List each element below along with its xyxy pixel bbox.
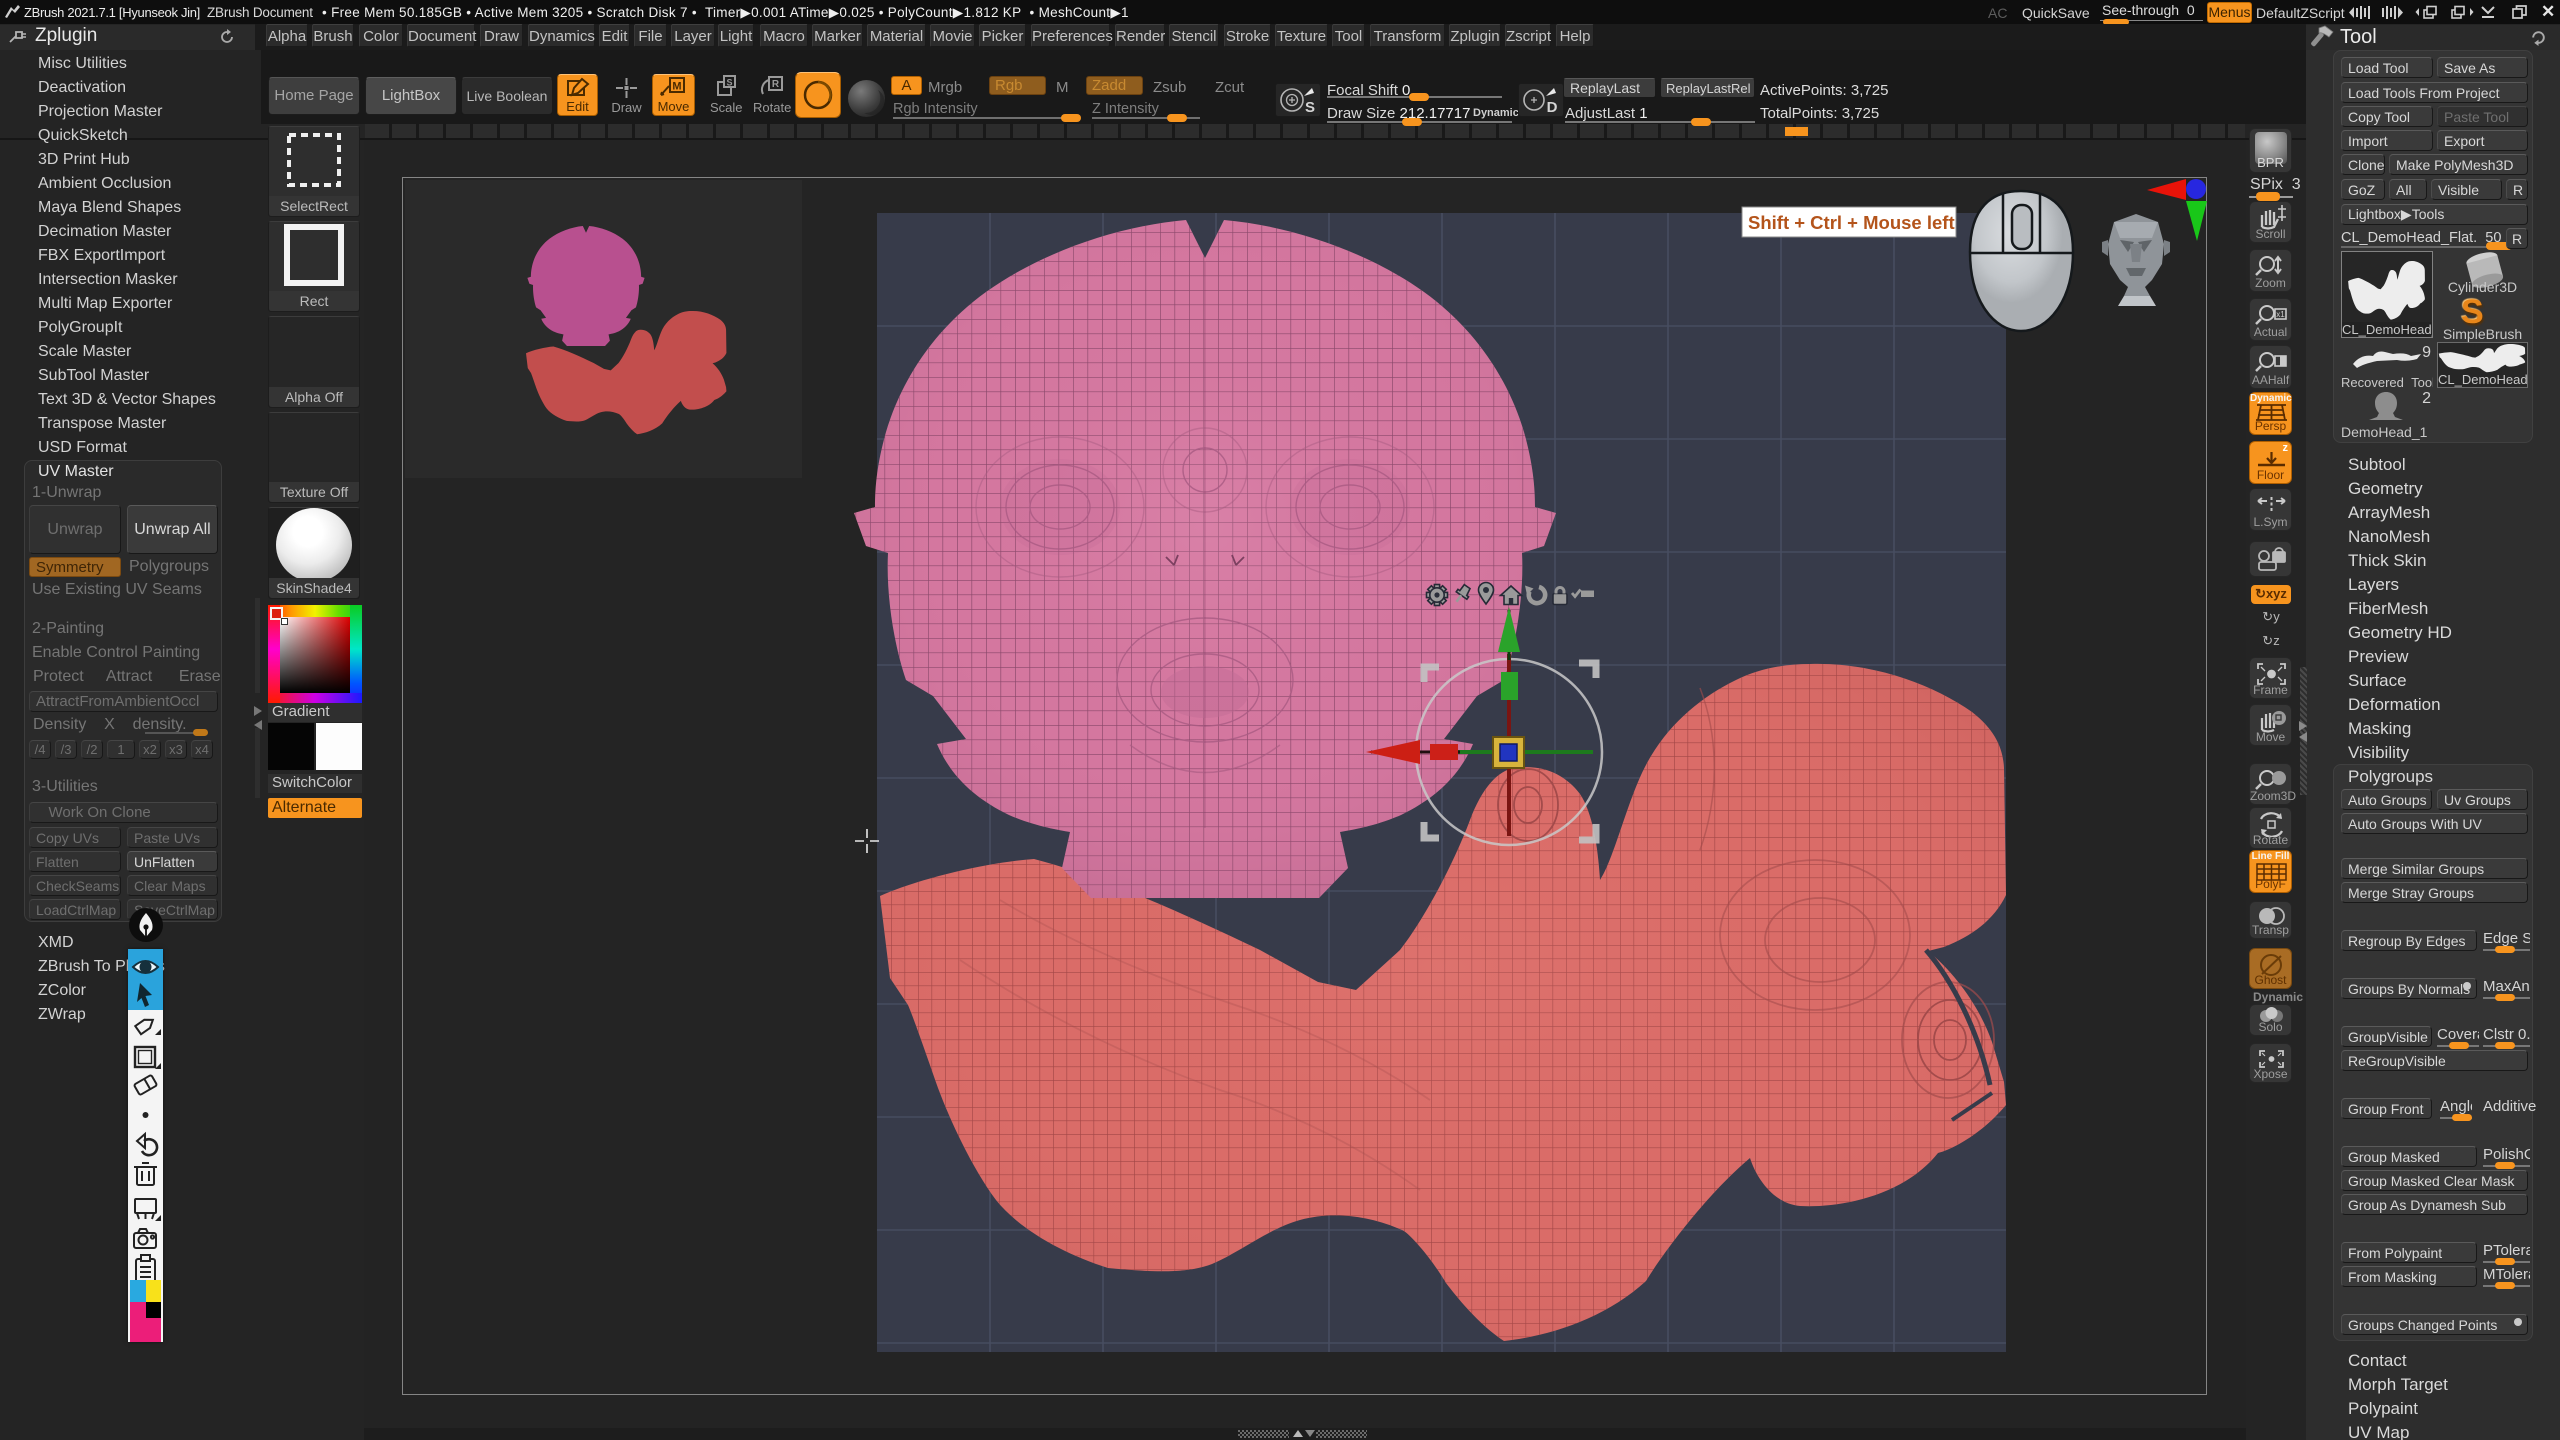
svg-text:Shift + Ctrl + Mouse left: Shift + Ctrl + Mouse left	[1748, 212, 1955, 233]
svg-text:x1: x1	[2276, 310, 2285, 319]
svg-text:R: R	[772, 79, 780, 90]
svg-text:M: M	[672, 81, 681, 93]
svg-text:D: D	[1547, 99, 1558, 116]
svg-text:S: S	[1305, 99, 1315, 116]
svg-text:S: S	[726, 78, 732, 88]
